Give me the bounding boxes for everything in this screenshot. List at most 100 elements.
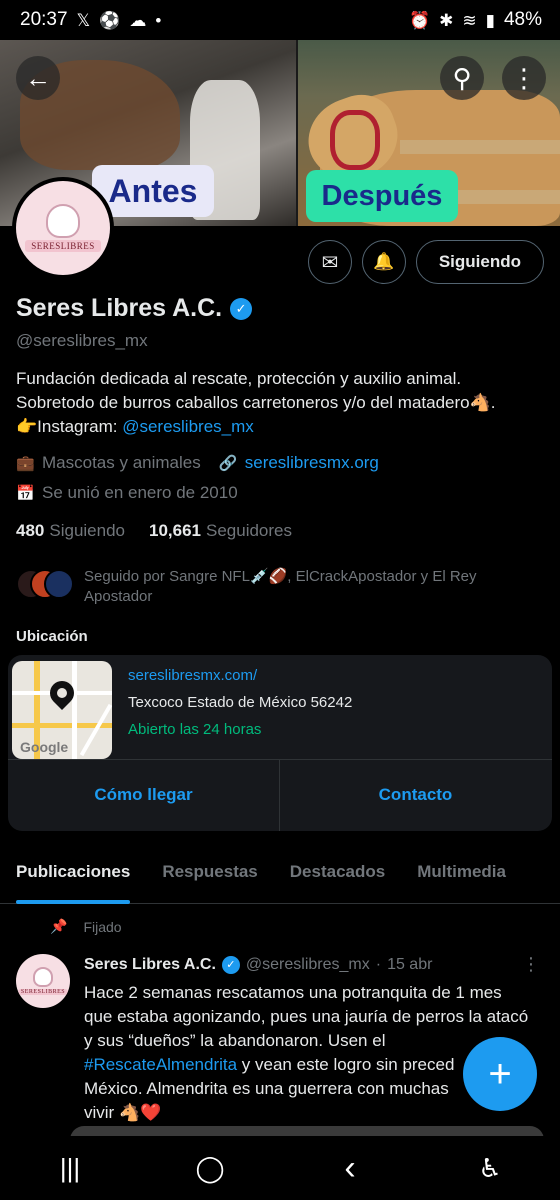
post-meta-separator: · [375,955,382,973]
dot-icon: • [155,10,162,30]
tab-media[interactable]: Multimedia [401,848,522,904]
contact-button[interactable]: Contacto [280,759,551,831]
status-time: 20:37 [20,9,68,30]
following-label: Siguiendo [49,521,125,540]
compose-post-button[interactable]: + [463,1037,537,1111]
signal-icon: ▮ [485,10,495,30]
followers-label: Seguidores [206,521,293,540]
arrow-left-icon: ← [25,62,51,93]
profile-handle: @sereslibres_mx [16,331,148,350]
map-thumbnail[interactable]: Google [12,661,112,759]
followed-by-row[interactable]: Seguido por Sangre NFL💉🏈, ElCrackApostad… [16,567,544,607]
verified-badge-icon[interactable]: ✓ [230,297,253,320]
follower-avatar [44,569,74,599]
tab-label: Publicaciones [16,862,131,881]
profile-meta-row: 💼 Mascotas y animales 🔗 sereslibresmx.or… [16,453,544,473]
profile-actions: ✉ 🔔 Siguiendo [307,240,544,284]
tab-replies[interactable]: Respuestas [146,848,273,904]
pinned-indicator: 📌 Fijado [50,918,122,935]
profile-joined-row: 📅 Se unió en enero de 2010 [16,483,544,503]
tab-highlights[interactable]: Destacados [274,848,401,904]
post-date: 15 abr [387,955,433,973]
search-icon: ⚲ [452,62,472,93]
followed-by-line: Apostador [84,588,153,605]
horse-logo-icon [46,204,80,238]
location-card: Google sereslibresmx.com/ Texcoco Estado… [8,655,552,831]
post-author-name[interactable]: Seres Libres A.C. [84,956,216,974]
banner-after-tag: Después [306,170,458,222]
location-address: Texcoco Estado de México 56242 [128,694,353,711]
active-tab-indicator [16,900,131,904]
x-icon: 𝕏 [76,10,91,30]
following-count-link[interactable]: 480 Siguiendo [16,521,125,541]
followed-by-avatars [16,567,74,603]
followers-count: 10,661 [149,521,201,540]
profile-tabs: Publicaciones Respuestas Destacados Mult… [0,848,560,904]
followers-count-link[interactable]: 10,661 Seguidores [149,521,292,541]
following-button[interactable]: Siguiendo [415,240,544,284]
avatar-logo-text: SERESLIBRES [17,989,69,995]
location-title: Ubicación [16,628,88,645]
bio-line: Sobretodo de burros caballos carretonero… [16,393,496,412]
message-button[interactable]: ✉ [307,240,352,284]
bio-line: Fundación dedicada al rescate, protecció… [16,369,462,388]
following-count: 480 [16,521,45,540]
back-button[interactable]: ← [16,56,60,100]
bluetooth-icon: ✱ [439,10,454,30]
profile-website-link[interactable]: sereslibresmx.org [245,453,379,473]
followed-by-line: Seguido por Sangre NFL💉🏈, ElCrackApostad… [84,568,477,585]
location-url[interactable]: sereslibresmx.com/ [128,667,352,684]
wifi-icon: ≋ [462,10,477,30]
display-name: Seres Libres A.C. [16,294,223,322]
briefcase-icon: 💼 [16,455,35,472]
google-maps-logo: Google [20,739,69,755]
location-info: sereslibresmx.com/ Texcoco Estado de Méx… [128,667,352,738]
post-author-handle: @sereslibres_mx [245,955,370,973]
accessibility-button[interactable]: ♿ [460,1153,520,1184]
bell-plus-icon: 🔔 [373,252,395,271]
location-hours: Abierto las 24 horas [128,721,262,738]
soccer-icon: ⚽ [99,10,121,30]
recent-apps-button[interactable]: ||| [40,1153,100,1184]
post-hashtag-link[interactable]: #RescateAlmendrita [84,1055,237,1074]
status-right: ⏰ ✱ ≋ ▮ 48% [409,9,542,31]
pinned-label: Fijado [83,918,122,935]
bio-instagram-prefix: 👉Instagram: [16,417,123,436]
post-text-line: Hace 2 semanas rescatamos una potranquit… [84,983,502,1002]
post-more-icon[interactable]: ⋮ [522,954,540,975]
tab-posts[interactable]: Publicaciones [0,848,146,904]
more-vertical-icon: ⋮ [511,62,537,93]
system-back-button[interactable]: ‹ [320,1149,380,1188]
followed-by-text: Seguido por Sangre NFL💉🏈, ElCrackApostad… [84,567,477,607]
notifications-button[interactable]: 🔔 [361,240,406,284]
bio-instagram-link[interactable]: @sereslibres_mx [122,417,254,436]
tab-label: Multimedia [417,862,506,881]
system-nav-bar: ||| ◯ ‹ ♿ [0,1136,560,1200]
map-road [72,661,77,759]
pin-icon: 📌 [50,918,68,934]
cloud-icon: ☁ [129,10,147,30]
profile-bio: Fundación dedicada al rescate, protecció… [16,367,544,439]
status-bar: 20:37 𝕏 ⚽ ☁ • ⏰ ✱ ≋ ▮ 48% [0,0,560,40]
profile-category: Mascotas y animales [42,453,201,472]
profile-info: Seres Libres A.C. ✓ @sereslibres_mx Fund… [16,294,544,607]
avatar-logo-text: SERESLIBRES [25,240,101,252]
post-text-fragment: y vean este logro sin preced [237,1055,455,1074]
bio-line: 👉Instagram: @sereslibres_mx [16,415,544,439]
more-options-button[interactable]: ⋮ [502,56,546,100]
verified-badge-icon: ✓ [221,955,240,974]
directions-button[interactable]: Cómo llegar [8,759,279,831]
map-road [79,703,112,757]
calendar-icon: 📅 [16,485,35,502]
home-button[interactable]: ◯ [180,1153,240,1184]
search-button[interactable]: ⚲ [440,56,484,100]
follow-counts: 480 Siguiendo 10,661 Seguidores [16,521,544,541]
profile-avatar[interactable]: SERESLIBRES [12,177,114,279]
link-icon: 🔗 [218,455,238,472]
post-header: Seres Libres A.C. ✓ @sereslibres_mx · 15… [84,954,544,975]
name-row: Seres Libres A.C. ✓ [16,294,544,323]
post-author-avatar[interactable]: SERESLIBRES [16,954,70,1008]
post-text-line: vivir 🐴❤️ [84,1103,162,1122]
status-left: 20:37 𝕏 ⚽ ☁ • [20,9,161,31]
profile-joined-date: Se unió en enero de 2010 [42,483,238,502]
